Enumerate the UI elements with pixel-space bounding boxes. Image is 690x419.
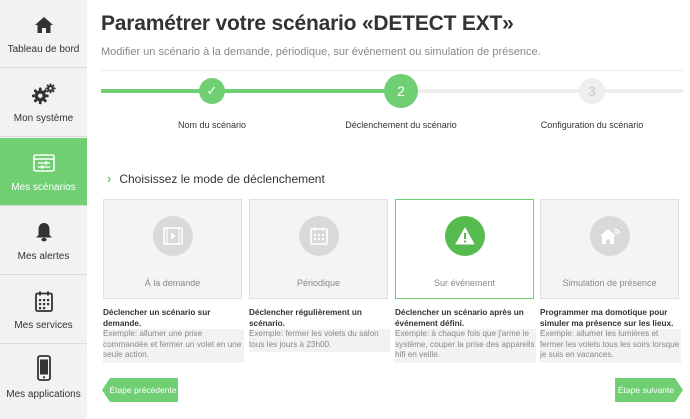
mode-card-label: Périodique bbox=[296, 278, 341, 288]
mode-card-on-event[interactable]: Sur événement bbox=[395, 199, 534, 299]
mode-description-title: Déclencher un scénario après un événemen… bbox=[395, 308, 524, 328]
scenario-sliders-icon bbox=[31, 152, 57, 174]
step-1-indicator: ✓ bbox=[199, 78, 225, 104]
calendar-grid-icon bbox=[298, 216, 339, 256]
warning-icon bbox=[444, 216, 485, 256]
mode-description-example: Exemple: à chaque fois que j'arme le sys… bbox=[395, 329, 536, 363]
mode-description-example: Exemple: allumer une prise commandée et … bbox=[103, 329, 244, 363]
smartphone-icon bbox=[31, 355, 57, 381]
sidebar-item-scenarios[interactable]: Mes scénarios bbox=[0, 138, 87, 206]
step-3-indicator: 3 bbox=[579, 78, 605, 104]
sidebar-item-system[interactable]: Mon système bbox=[0, 69, 87, 137]
section-heading-text: Choisissez le mode de déclenchement bbox=[119, 171, 325, 186]
mode-description-periodic: Déclencher régulièrement un scénario. Ex… bbox=[249, 308, 390, 352]
mode-card-label: Simulation de présence bbox=[562, 278, 657, 288]
bell-icon bbox=[31, 221, 57, 243]
step-2-label: Déclenchement du scénario bbox=[345, 120, 457, 130]
mode-description-on-demand: Déclencher un scénario sur demande. Exem… bbox=[103, 308, 244, 363]
header-divider bbox=[101, 70, 683, 71]
sidebar-item-label: Mes applications bbox=[6, 389, 81, 400]
mode-card-presence-simulation[interactable]: Simulation de présence bbox=[540, 199, 679, 299]
mode-description-title: Programmer ma domotique pour simuler ma … bbox=[540, 308, 674, 328]
chevron-right-icon: › bbox=[107, 171, 112, 186]
mode-description-title: Déclencher régulièrement un scénario. bbox=[249, 308, 362, 328]
sidebar-item-applications[interactable]: Mes applications bbox=[0, 345, 87, 419]
sidebar-item-services[interactable]: Mes services bbox=[0, 276, 87, 344]
mode-description-example: Exemple: fermer les volets du salon tous… bbox=[249, 329, 390, 352]
sidebar-item-label: Mes scénarios bbox=[11, 182, 76, 193]
next-step-button[interactable]: Étape suivante bbox=[615, 378, 683, 402]
stepper-progress-done bbox=[101, 89, 401, 93]
sidebar-item-label: Mon système bbox=[13, 113, 74, 124]
sidebar-item-label: Mes alertes bbox=[17, 251, 70, 262]
home-icon bbox=[31, 14, 57, 36]
mode-description-title: Déclencher un scénario sur demande. bbox=[103, 308, 211, 328]
section-heading: › Choisissez le mode de déclenchement bbox=[107, 171, 325, 186]
house-signal-icon bbox=[589, 216, 630, 256]
page-title: Paramétrer votre scénario «DETECT EXT» bbox=[101, 12, 514, 35]
video-play-icon bbox=[152, 216, 193, 256]
step-1-label: Nom du scénario bbox=[177, 120, 247, 130]
mode-card-on-demand[interactable]: À la demande bbox=[103, 199, 242, 299]
step-2-indicator: 2 bbox=[384, 74, 418, 108]
stepper-progress-remaining bbox=[401, 89, 683, 93]
sidebar-item-alerts[interactable]: Mes alertes bbox=[0, 207, 87, 275]
mode-card-periodic[interactable]: Périodique bbox=[249, 199, 388, 299]
mode-description-on-event: Déclencher un scénario après un événemen… bbox=[395, 308, 536, 363]
gears-icon bbox=[31, 83, 57, 105]
previous-step-button[interactable]: Étape précédente bbox=[102, 378, 178, 402]
sidebar-item-dashboard[interactable]: Tableau de bord bbox=[0, 0, 87, 68]
main-content: Paramétrer votre scénario «DETECT EXT» M… bbox=[87, 0, 690, 419]
step-3-label: Configuration du scénario bbox=[540, 120, 644, 130]
sidebar: Tableau de bord Mon système Mes scénario… bbox=[0, 0, 87, 419]
sidebar-item-label: Mes services bbox=[14, 320, 73, 331]
mode-description-presence-simulation: Programmer ma domotique pour simuler ma … bbox=[540, 308, 681, 363]
mode-card-label: Sur événement bbox=[433, 278, 496, 288]
calendar-icon bbox=[31, 290, 57, 312]
mode-description-example: Exemple: allumer les lumières et fermer … bbox=[540, 329, 681, 363]
wizard-stepper: ✓ Nom du scénario 2 Déclenchement du scé… bbox=[101, 74, 683, 138]
sidebar-item-label: Tableau de bord bbox=[7, 44, 80, 55]
page-subtitle: Modifier un scénario à la demande, pério… bbox=[101, 46, 541, 58]
mode-card-label: À la demande bbox=[144, 278, 201, 288]
